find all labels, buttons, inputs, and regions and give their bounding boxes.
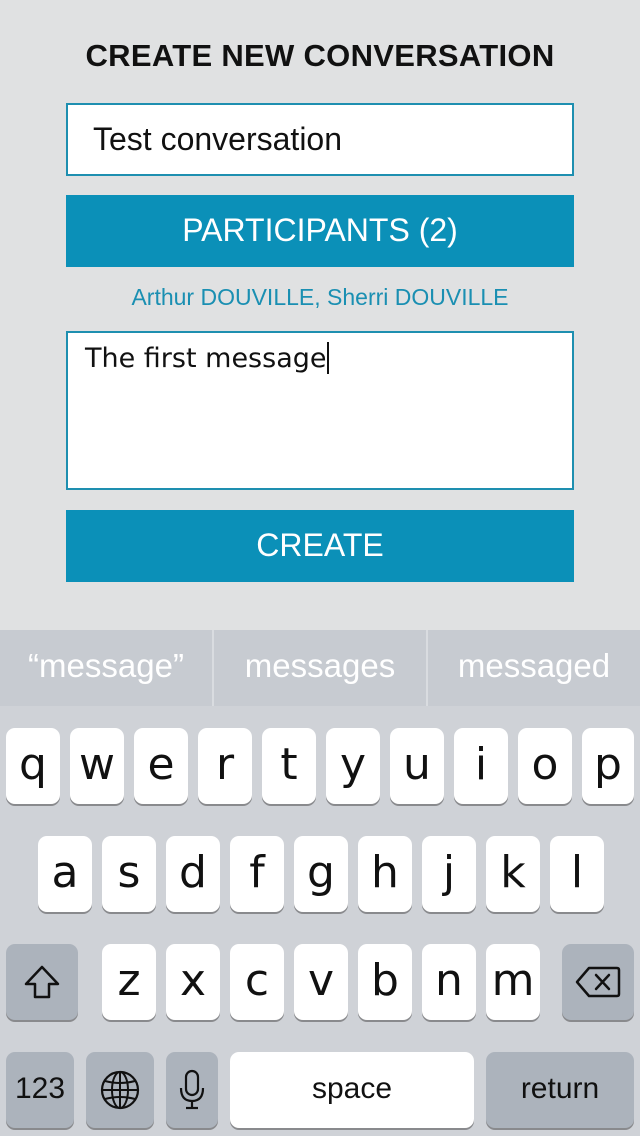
delete-key[interactable] bbox=[562, 944, 634, 1020]
participants-button[interactable]: PARTICIPANTS (2) bbox=[66, 195, 574, 267]
message-input[interactable]: The first message bbox=[66, 331, 574, 490]
key-h[interactable]: h bbox=[358, 836, 412, 912]
key-p[interactable]: p bbox=[582, 728, 634, 804]
key-n[interactable]: n bbox=[422, 944, 476, 1020]
globe-key[interactable] bbox=[86, 1052, 154, 1128]
suggestion-1[interactable]: “message” bbox=[0, 630, 212, 706]
key-k[interactable]: k bbox=[486, 836, 540, 912]
shift-icon bbox=[24, 965, 60, 999]
space-key[interactable]: space bbox=[230, 1052, 474, 1128]
key-s[interactable]: s bbox=[102, 836, 156, 912]
page-title: CREATE NEW CONVERSATION bbox=[85, 38, 555, 73]
backspace-icon bbox=[575, 966, 621, 998]
key-e[interactable]: e bbox=[134, 728, 188, 804]
key-d[interactable]: d bbox=[166, 836, 220, 912]
key-m[interactable]: m bbox=[486, 944, 540, 1020]
key-u[interactable]: u bbox=[390, 728, 444, 804]
suggestion-bar: “message” messages messaged bbox=[0, 630, 640, 706]
participants-names: Arthur DOUVILLE, Sherri DOUVILLE bbox=[131, 284, 509, 310]
key-j[interactable]: j bbox=[422, 836, 476, 912]
key-f[interactable]: f bbox=[230, 836, 284, 912]
key-y[interactable]: y bbox=[326, 728, 380, 804]
key-z[interactable]: z bbox=[102, 944, 156, 1020]
microphone-key[interactable] bbox=[166, 1052, 218, 1128]
key-t[interactable]: t bbox=[262, 728, 316, 804]
key-a[interactable]: a bbox=[38, 836, 92, 912]
key-x[interactable]: x bbox=[166, 944, 220, 1020]
key-v[interactable]: v bbox=[294, 944, 348, 1020]
message-text-wrapper: The first message bbox=[85, 342, 330, 374]
key-i[interactable]: i bbox=[454, 728, 508, 804]
message-value: The first message bbox=[85, 343, 327, 374]
globe-icon bbox=[100, 1070, 140, 1110]
microphone-icon bbox=[179, 1069, 205, 1110]
suggestion-3[interactable]: messaged bbox=[428, 630, 640, 706]
conversation-title-input[interactable]: Test conversation bbox=[66, 103, 574, 176]
shift-key[interactable] bbox=[6, 944, 78, 1020]
key-w[interactable]: w bbox=[70, 728, 124, 804]
key-b[interactable]: b bbox=[358, 944, 412, 1020]
return-key[interactable]: return bbox=[486, 1052, 634, 1128]
key-g[interactable]: g bbox=[294, 836, 348, 912]
create-conversation-form: CREATE NEW CONVERSATION Test conversatio… bbox=[0, 0, 640, 630]
key-q[interactable]: q bbox=[6, 728, 60, 804]
keyboard: “message” messages messaged q w e r t y … bbox=[0, 630, 640, 1136]
text-caret bbox=[327, 342, 330, 374]
numbers-key[interactable]: 123 bbox=[6, 1052, 74, 1128]
key-o[interactable]: o bbox=[518, 728, 572, 804]
key-r[interactable]: r bbox=[198, 728, 252, 804]
key-l[interactable]: l bbox=[550, 836, 604, 912]
create-button[interactable]: CREATE bbox=[66, 510, 574, 582]
conversation-title-value: Test conversation bbox=[93, 121, 343, 157]
suggestion-2[interactable]: messages bbox=[214, 630, 426, 706]
key-c[interactable]: c bbox=[230, 944, 284, 1020]
